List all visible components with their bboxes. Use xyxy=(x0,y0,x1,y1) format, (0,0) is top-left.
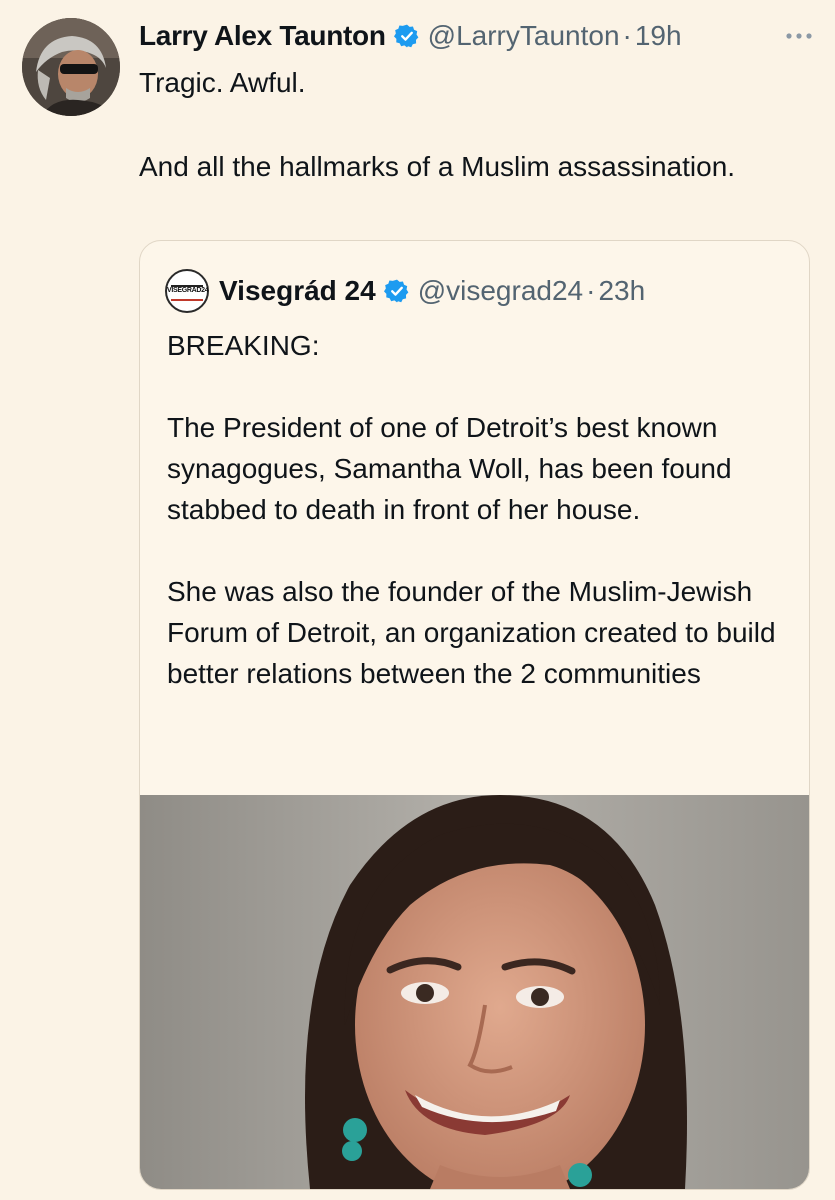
tweet[interactable]: Larry Alex Taunton @LarryTaunton · 19h T… xyxy=(0,0,835,1200)
quoted-tweet-photo[interactable] xyxy=(140,795,809,1189)
tweet-text: Tragic. Awful. And all the hallmarks of … xyxy=(139,62,799,188)
author-avatar[interactable] xyxy=(22,18,120,116)
quoted-tweet-header: VISEGRAD24 Visegrád 24 @visegrad24 · 23h xyxy=(165,269,645,313)
quoted-author-name[interactable]: Visegrád 24 xyxy=(219,275,376,307)
tweet-timestamp[interactable]: 19h xyxy=(635,20,682,52)
quoted-tweet-timestamp[interactable]: 23h xyxy=(598,275,645,307)
author-name[interactable]: Larry Alex Taunton xyxy=(139,20,386,52)
more-dots-icon[interactable] xyxy=(779,22,819,50)
tweet-paragraph: And all the hallmarks of a Muslim assass… xyxy=(139,151,736,182)
portrait-photo xyxy=(140,795,809,1189)
quoted-avatar-logo-text: VISEGRAD24 xyxy=(167,287,209,294)
quoted-tweet-text: BREAKING: The President of one of Detroi… xyxy=(167,325,787,694)
quoted-paragraph: The President of one of Detroit’s best k… xyxy=(167,412,732,525)
quoted-author-handle[interactable]: @visegrad24 xyxy=(418,275,583,307)
header-separator: · xyxy=(622,20,632,51)
verified-badge-icon xyxy=(383,278,410,304)
author-handle[interactable]: @LarryTaunton xyxy=(428,20,620,52)
quoted-author-avatar[interactable]: VISEGRAD24 xyxy=(165,269,209,313)
tweet-paragraph: Tragic. Awful. xyxy=(139,67,306,98)
quoted-tweet[interactable]: VISEGRAD24 Visegrád 24 @visegrad24 · 23h… xyxy=(139,240,810,1190)
quoted-paragraph: She was also the founder of the Muslim-J… xyxy=(167,576,776,689)
quoted-paragraph: BREAKING: xyxy=(167,330,320,361)
quoted-header-separator: · xyxy=(586,275,596,306)
verified-badge-icon xyxy=(393,23,420,49)
tweet-header: Larry Alex Taunton @LarryTaunton · 19h xyxy=(139,16,819,56)
avatar-image xyxy=(22,18,120,116)
